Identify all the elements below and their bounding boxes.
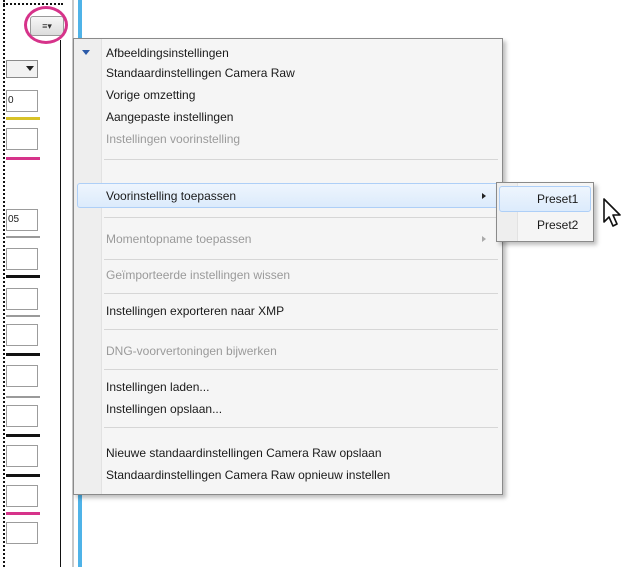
submenu-item-preset1[interactable]: Preset1 [537,189,578,209]
menu-item-instellingen-laden[interactable]: Instellingen laden... [106,377,209,397]
grey-slider-track [6,315,40,317]
value-field[interactable] [6,324,38,346]
menu-separator [104,369,498,370]
black-slider-track [6,275,40,278]
chevron-down-icon[interactable] [26,66,34,71]
grey-slider-track [6,236,40,238]
menu-item-momentopname-toepassen: Momentopname toepassen [106,232,252,246]
menu-item-aangepaste-instellingen[interactable]: Aangepaste instellingen [106,107,233,127]
panel-inner-line [60,40,61,567]
menu-separator [104,259,498,260]
value-field[interactable]: 05 [6,209,38,231]
submenu-arrow-icon [482,193,486,199]
menu-item-nieuwe-standaard-opslaan[interactable]: Nieuwe standaardinstellingen Camera Raw … [106,443,382,463]
value-field[interactable]: 0 [6,90,38,112]
menu-separator [104,329,498,330]
black-slider-track [6,353,40,356]
settings-popup-menu: Afbeeldingsinstellingen Standaardinstell… [73,38,503,495]
selected-indicator-icon [82,50,90,55]
menu-item-instellingen-voorinstelling: Instellingen voorinstelling [106,132,241,146]
value-field[interactable] [6,445,38,467]
submenu-arrow-icon [482,236,486,242]
menu-separator [104,217,498,218]
black-slider-track [6,434,40,437]
menu-item-instellingen-opslaan[interactable]: Instellingen opslaan... [106,399,222,419]
menu-item-exporteren-xmp[interactable]: Instellingen exporteren naar XMP [106,301,284,321]
panel-left-border [3,0,5,567]
menu-item-dng-bijwerken: DNG-voorvertoningen bijwerken [106,344,277,358]
settings-panel: ≡▾ 0 05 [0,0,82,567]
menu-gutter [74,39,102,494]
value-field[interactable] [6,405,38,427]
grey-slider-track [6,396,40,398]
menu-item-instellingen-wissen: Geïmporteerde instellingen wissen [106,268,291,282]
menu-item-standaard-opnieuw-instellen[interactable]: Standaardinstellingen Camera Raw opnieuw… [106,465,390,485]
black-slider-track [6,474,40,477]
yellow-slider-track [6,117,40,120]
value-field[interactable] [6,128,38,150]
mouse-pointer-icon [603,198,621,227]
value-field[interactable] [6,485,38,507]
magenta-slider-track [6,512,40,515]
value-field[interactable] [6,288,38,310]
magenta-slider-track [6,157,40,160]
menu-item-afbeeldingsinstellingen[interactable]: Afbeeldingsinstellingen [106,43,229,63]
menu-item-voorinstelling-toepassen[interactable]: Voorinstelling toepassen [106,186,236,206]
value-field[interactable] [6,365,38,387]
menu-separator [104,159,498,160]
value-field[interactable] [6,248,38,270]
submenu-item-preset2[interactable]: Preset2 [537,215,578,235]
preset-submenu: Preset1 Preset2 [496,182,594,242]
highlight-circle [24,6,68,44]
menu-item-vorige-omzetting[interactable]: Vorige omzetting [106,85,195,105]
menu-item-standaardinstellingen[interactable]: Standaardinstellingen Camera Raw [106,63,295,83]
value-field[interactable] [6,522,38,544]
menu-separator [104,293,498,294]
panel-top-border [3,3,63,5]
menu-separator [104,427,498,428]
